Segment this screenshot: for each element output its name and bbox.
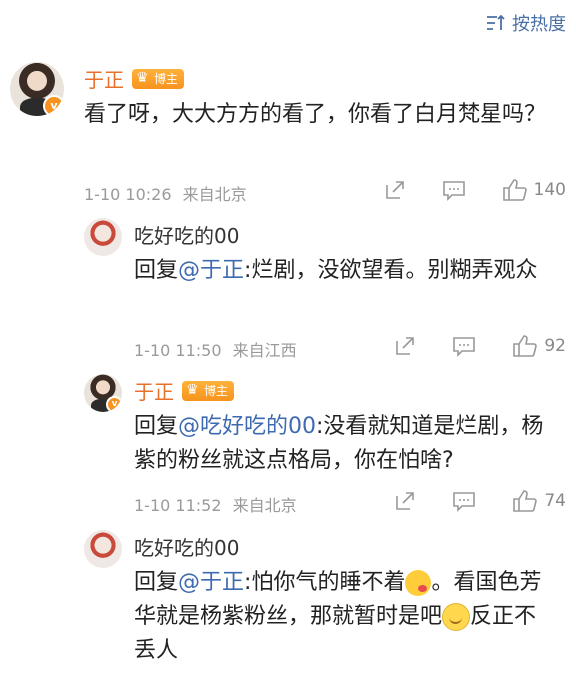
comment-meta: 1-10 10:26 来自北京	[84, 181, 247, 205]
share-button[interactable]	[384, 179, 406, 201]
avatar[interactable]: v	[84, 374, 122, 412]
reply-time: 1-10 11:50	[134, 341, 222, 360]
avatar[interactable]	[84, 218, 122, 256]
reply-text: 回复@于正:烂剧，没欲望看。别糊弄观众	[134, 254, 544, 288]
kiss-emoji-icon	[405, 570, 432, 596]
reply-time: 1-10 11:52	[134, 496, 222, 515]
avatar[interactable]: v	[10, 62, 64, 116]
blogger-badge: 博主	[182, 380, 235, 401]
reply-location: 来自北京	[232, 496, 297, 515]
like-button[interactable]: 74	[512, 489, 566, 513]
like-count: 92	[544, 336, 566, 356]
reply-meta: 1-10 11:50 来自江西	[134, 337, 297, 361]
verified-icon: v	[43, 95, 64, 116]
reply-body: :烂剧，没欲望看。别糊弄观众	[244, 258, 538, 283]
like-count: 74	[544, 491, 566, 511]
share-icon	[396, 492, 415, 510]
blogger-badge: 博主	[132, 68, 185, 89]
reply-text: 回复@吃好吃的00:没看就知道是烂剧，杨紫的粉丝就这点格局，你在怕啥?	[134, 410, 554, 478]
comment-icon	[453, 337, 476, 357]
share-icon	[396, 337, 415, 355]
reply-text: 回复@于正:怕你气的睡不着 。看国色芳华就是杨紫粉丝，那就暂时是吧 反正不丢人	[134, 566, 554, 668]
like-button[interactable]: 92	[512, 334, 566, 358]
mention-link[interactable]: @吃好吃的00	[178, 414, 316, 439]
share-icon	[385, 181, 404, 199]
like-button[interactable]: 140	[502, 178, 566, 202]
reply-prefix: 回复	[134, 258, 179, 283]
like-count: 140	[533, 180, 566, 200]
reply-location: 来自江西	[232, 341, 297, 360]
thumbs-up-icon	[502, 179, 527, 201]
sort-label: 按热度	[512, 14, 566, 35]
share-button[interactable]	[394, 490, 416, 512]
commenter-name[interactable]: 吃好吃的00	[134, 220, 239, 249]
comment-icon	[442, 181, 465, 201]
share-button[interactable]	[394, 335, 416, 357]
sort-by-hot-button[interactable]: 按热度	[486, 10, 566, 36]
comment-location: 来自北京	[182, 185, 247, 204]
comment-text: 看了呀，大大方方的看了，你看了白月梵星吗？	[84, 102, 547, 127]
comment-button[interactable]	[442, 179, 466, 201]
reply-meta: 1-10 11:52 来自北京	[134, 492, 297, 516]
comment-button[interactable]	[452, 335, 476, 357]
comment-button[interactable]	[452, 490, 476, 512]
reply-prefix: 回复	[134, 570, 179, 595]
reply-body: :怕你气的睡不着	[244, 570, 406, 595]
commenter-name[interactable]: 于正	[84, 64, 124, 93]
verified-icon: v	[106, 396, 122, 412]
sort-icon	[487, 14, 505, 30]
thumbs-up-icon	[513, 335, 538, 357]
comment-time: 1-10 10:26	[84, 185, 172, 204]
commenter-name[interactable]: 于正	[134, 376, 174, 405]
mention-link[interactable]: @于正	[178, 258, 244, 283]
comment-icon	[453, 492, 476, 512]
avatar[interactable]	[84, 530, 122, 568]
mention-link[interactable]: @于正	[178, 570, 244, 595]
commenter-name[interactable]: 吃好吃的00	[134, 532, 239, 561]
thumbs-up-icon	[513, 490, 538, 512]
reply-prefix: 回复	[134, 414, 179, 439]
smile-emoji-icon	[442, 603, 471, 631]
